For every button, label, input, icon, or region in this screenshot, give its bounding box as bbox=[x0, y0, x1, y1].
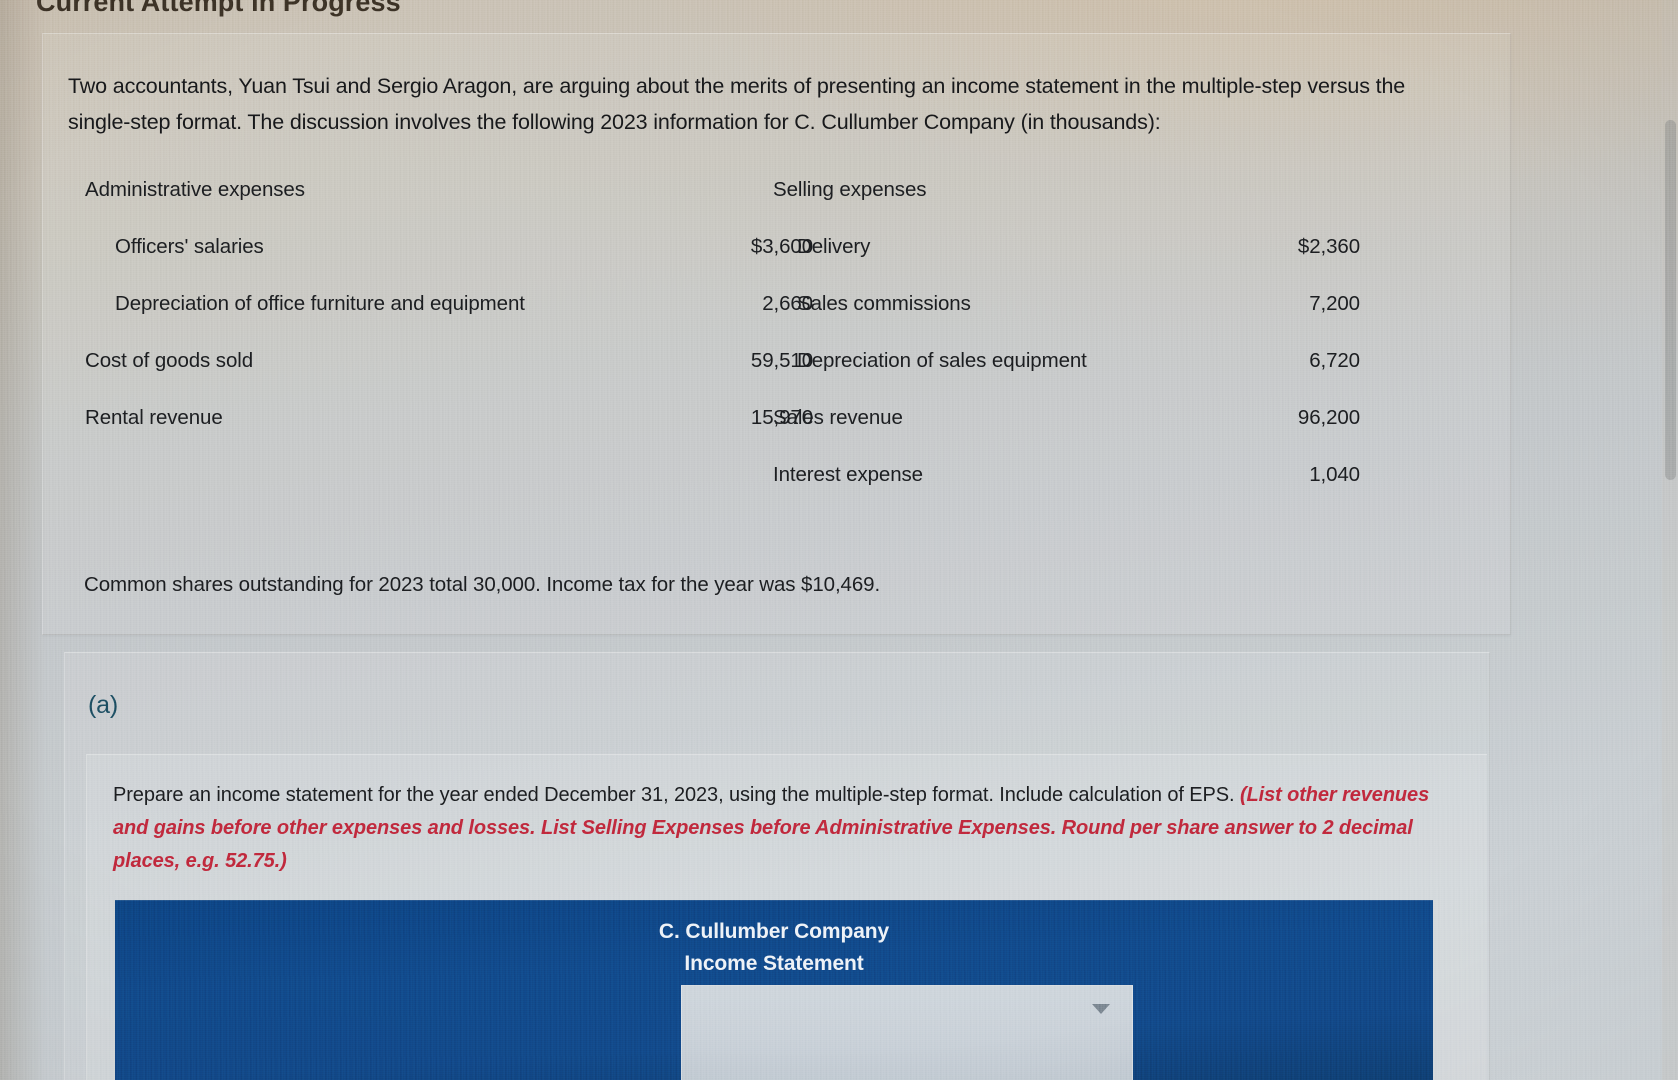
row-left-label: Cost of goods sold bbox=[85, 349, 253, 372]
chevron-down-icon bbox=[1092, 1004, 1110, 1014]
company-name-title: C. Cullumber Company bbox=[658, 920, 890, 943]
row-right-label: Sales commissions bbox=[797, 292, 971, 315]
instruction-main-text: Prepare an income statement for the year… bbox=[113, 784, 1235, 806]
row-right-value: 7,200 bbox=[1309, 292, 1360, 315]
table-row: Officers' salaries $3,600 Delivery $2,36… bbox=[85, 235, 1405, 292]
row-left-label: Rental revenue bbox=[85, 406, 223, 429]
selling-expenses-header: Selling expenses bbox=[773, 178, 927, 201]
row-right-label: Delivery bbox=[797, 235, 871, 258]
question-prompt: Two accountants, Yuan Tsui and Sergio Ar… bbox=[68, 74, 1406, 134]
row-left-value: 59,510 bbox=[750, 349, 813, 372]
given-data-table: Administrative expenses Selling expenses… bbox=[85, 178, 1405, 520]
table-row: Cost of goods sold 59,510 Depreciation o… bbox=[85, 349, 1405, 406]
table-row: Depreciation of office furniture and equ… bbox=[85, 292, 1405, 349]
row-left-label: Depreciation of office furniture and equ… bbox=[115, 292, 525, 315]
row-right-value: 1,040 bbox=[1309, 463, 1360, 486]
screenshot-photo: Current Attempt in Progress Two accounta… bbox=[0, 0, 1678, 1080]
row-right-value: $2,360 bbox=[1297, 235, 1360, 258]
row-left-value: 2,660 bbox=[762, 292, 813, 315]
part-a-instruction: Prepare an income statement for the year… bbox=[113, 779, 1453, 878]
row-right-label: Depreciation of sales equipment bbox=[797, 349, 1087, 372]
row-right-label: Sales revenue bbox=[773, 406, 903, 429]
administrative-expenses-header: Administrative expenses bbox=[85, 178, 305, 201]
statement-title: Income Statement bbox=[684, 952, 864, 975]
row-right-value: 6,720 bbox=[1309, 349, 1360, 372]
row-left-value: $3,600 bbox=[750, 235, 813, 258]
page-content: Current Attempt in Progress Two accounta… bbox=[0, 0, 1678, 1080]
part-a-label: (a) bbox=[88, 691, 118, 719]
vertical-scrollbar-thumb[interactable] bbox=[1665, 120, 1676, 480]
table-row: Rental revenue 15,970 Sales revenue 96,2… bbox=[85, 406, 1405, 463]
table-row: Interest expense 1,040 bbox=[85, 463, 1405, 520]
row-right-value: 96,200 bbox=[1297, 406, 1360, 429]
row-left-label: Officers' salaries bbox=[115, 235, 264, 258]
income-statement-header: C. Cullumber Company Income Statement bbox=[115, 900, 1433, 1080]
shares-outstanding-note: Common shares outstanding for 2023 total… bbox=[84, 573, 881, 596]
table-header-row: Administrative expenses Selling expenses bbox=[85, 178, 1405, 235]
period-select[interactable] bbox=[681, 985, 1133, 1080]
row-right-label: Interest expense bbox=[773, 463, 923, 486]
current-attempt-banner: Current Attempt in Progress bbox=[36, 0, 401, 17]
